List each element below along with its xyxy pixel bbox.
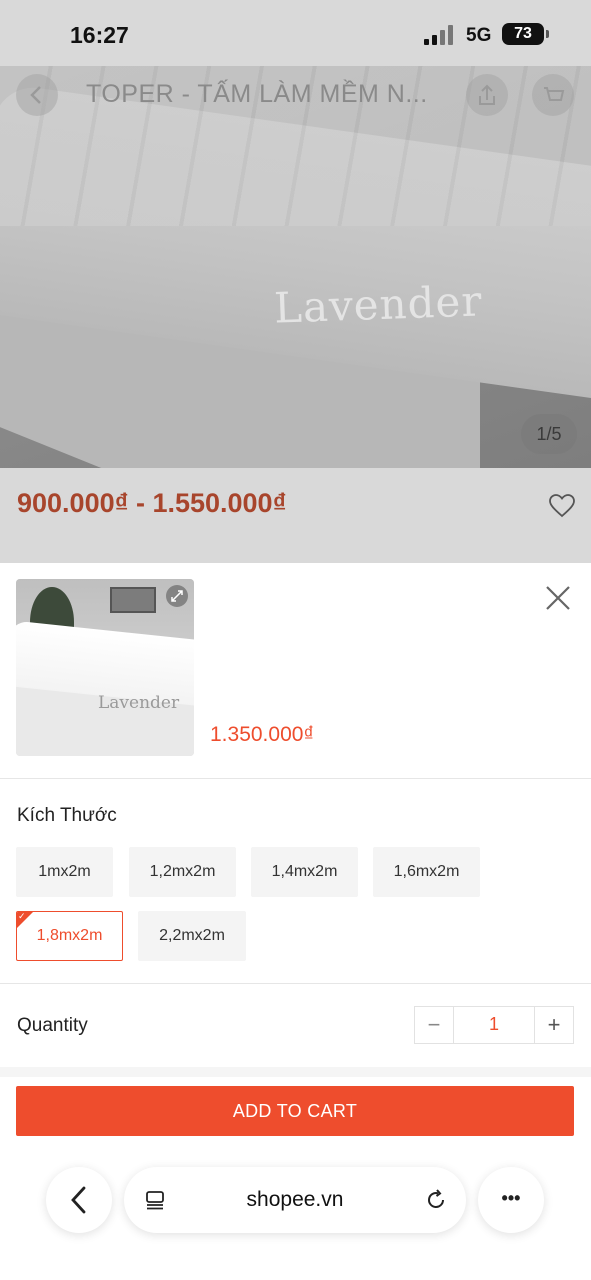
- expand-icon[interactable]: [166, 585, 188, 607]
- more-button[interactable]: •••: [478, 1167, 544, 1233]
- reload-icon[interactable]: [424, 1188, 448, 1212]
- option-1-2mx2m[interactable]: 1,2mx2m: [129, 847, 236, 897]
- thumb-watermark: Lavender: [98, 693, 180, 713]
- option-2-2mx2m[interactable]: 2,2mx2m: [138, 911, 246, 961]
- quantity-stepper: − 1 +: [414, 1006, 574, 1044]
- browser-toolbar: shopee.vn •••: [0, 1150, 591, 1280]
- option-1mx2m[interactable]: 1mx2m: [16, 847, 113, 897]
- address-bar[interactable]: shopee.vn: [124, 1167, 466, 1233]
- quantity-input[interactable]: 1: [453, 1007, 535, 1043]
- url-text: shopee.vn: [246, 1188, 344, 1211]
- option-1-6mx2m[interactable]: 1,6mx2m: [373, 847, 480, 897]
- quantity-label: Quantity: [17, 1015, 88, 1036]
- variation-title: Kích Thước: [17, 805, 117, 826]
- close-icon[interactable]: [543, 583, 573, 613]
- selected-variant-thumbnail[interactable]: Lavender: [16, 579, 194, 756]
- browser-back-button[interactable]: [46, 1167, 112, 1233]
- divider: [0, 983, 591, 984]
- back-icon: [71, 1186, 86, 1214]
- add-to-cart-button[interactable]: ADD TO CART: [16, 1086, 574, 1136]
- option-1-4mx2m[interactable]: 1,4mx2m: [251, 847, 358, 897]
- decrease-button[interactable]: −: [415, 1007, 453, 1043]
- option-1-8mx2m-selected[interactable]: ✓ 1,8mx2m: [16, 911, 123, 961]
- selected-price: 1.350.000₫: [210, 723, 315, 746]
- more-icon: •••: [501, 1188, 521, 1208]
- increase-button[interactable]: +: [535, 1007, 573, 1043]
- dim-overlay[interactable]: [0, 0, 591, 563]
- check-icon: ✓: [18, 911, 26, 921]
- option-label: 1,8mx2m: [36, 927, 103, 944]
- divider: [0, 778, 591, 779]
- section-separator: [0, 1067, 591, 1077]
